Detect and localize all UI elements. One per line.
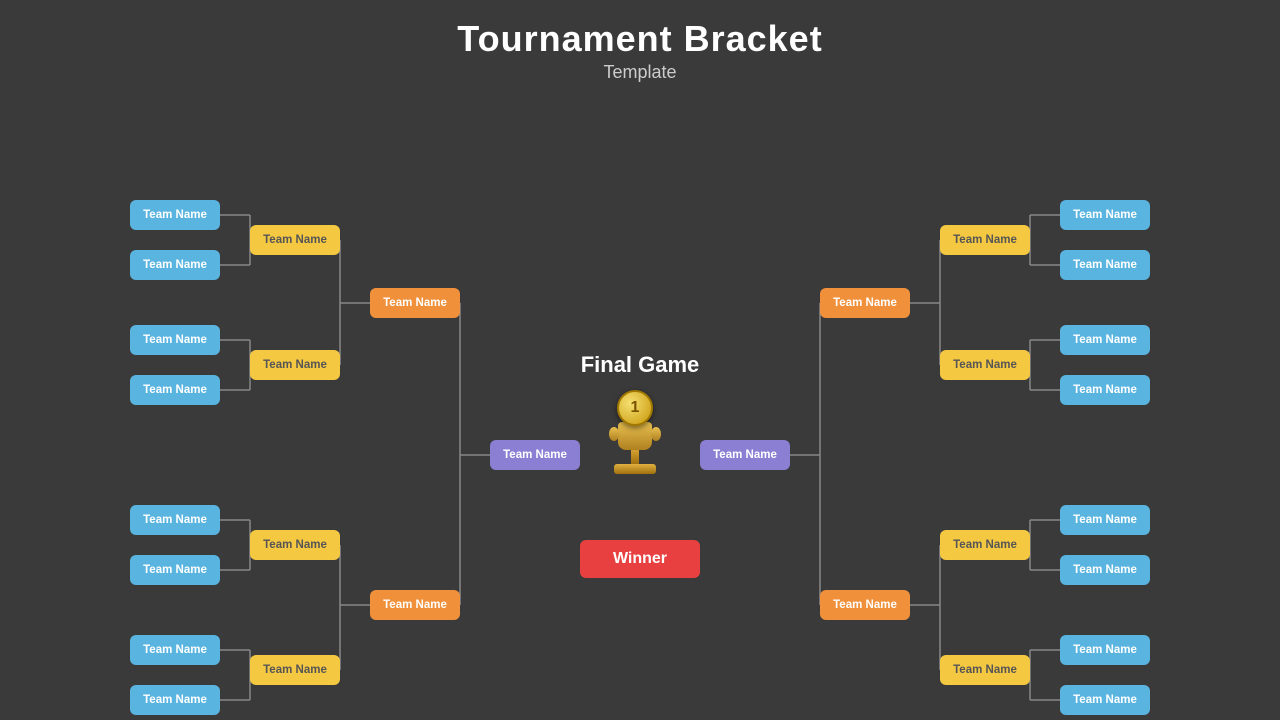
winner-box[interactable]: Winner [580,540,700,578]
team-r1-4[interactable]: Team Name [1060,375,1150,405]
team-l1-3[interactable]: Team Name [130,325,220,355]
team-r2-4[interactable]: Team Name [940,655,1030,685]
team-l1-1[interactable]: Team Name [130,200,220,230]
team-l3-2[interactable]: Team Name [370,590,460,620]
final-game-label: Final Game [540,352,740,378]
team-r1-2[interactable]: Team Name [1060,250,1150,280]
trophy-stem [631,450,639,464]
team-r3-2[interactable]: Team Name [820,590,910,620]
team-r4-1[interactable]: Team Name [700,440,790,470]
team-l2-3[interactable]: Team Name [250,530,340,560]
trophy: 1 [614,390,656,474]
team-l1-4[interactable]: Team Name [130,375,220,405]
team-r1-5[interactable]: Team Name [1060,505,1150,535]
team-l1-8[interactable]: Team Name [130,685,220,715]
team-l2-1[interactable]: Team Name [250,225,340,255]
team-l1-2[interactable]: Team Name [130,250,220,280]
trophy-cup [618,422,652,450]
page-subtitle: Template [0,62,1280,83]
team-r2-3[interactable]: Team Name [940,530,1030,560]
trophy-number: 1 [617,390,653,426]
team-l2-2[interactable]: Team Name [250,350,340,380]
team-l1-5[interactable]: Team Name [130,505,220,535]
trophy-base [614,464,656,474]
page-title: Tournament Bracket [0,18,1280,60]
team-r1-7[interactable]: Team Name [1060,635,1150,665]
team-r2-1[interactable]: Team Name [940,225,1030,255]
team-l4-1[interactable]: Team Name [490,440,580,470]
team-l1-6[interactable]: Team Name [130,555,220,585]
team-r1-6[interactable]: Team Name [1060,555,1150,585]
team-r3-1[interactable]: Team Name [820,288,910,318]
team-r2-2[interactable]: Team Name [940,350,1030,380]
team-r1-8[interactable]: Team Name [1060,685,1150,715]
team-l1-7[interactable]: Team Name [130,635,220,665]
winner-label: Winner [613,550,667,568]
team-r1-1[interactable]: Team Name [1060,200,1150,230]
team-l3-1[interactable]: Team Name [370,288,460,318]
bracket-container: Team Name Team Name Team Name Team Name … [0,90,1280,720]
team-l2-4[interactable]: Team Name [250,655,340,685]
team-r1-3[interactable]: Team Name [1060,325,1150,355]
